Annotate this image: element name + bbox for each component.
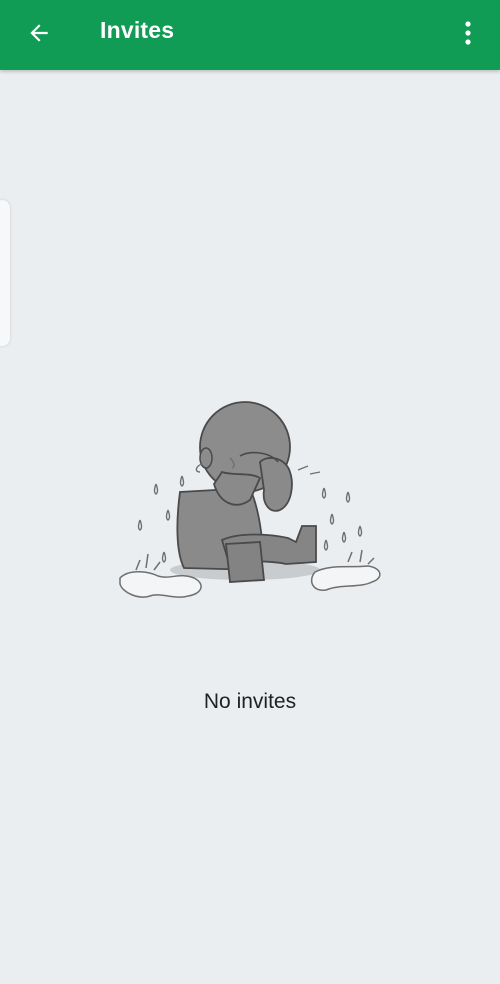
- page-title: Invites: [100, 17, 175, 43]
- app-bar: Invites: [0, 0, 500, 70]
- overflow-menu-button[interactable]: [448, 10, 488, 56]
- back-button[interactable]: [14, 10, 64, 56]
- arrow-left-icon: [30, 24, 48, 42]
- more-vert-icon: [465, 21, 471, 45]
- empty-state-message: No invites: [203, 690, 297, 713]
- side-drawer-handle[interactable]: [0, 200, 10, 346]
- crying-person-illustration: [119, 401, 381, 598]
